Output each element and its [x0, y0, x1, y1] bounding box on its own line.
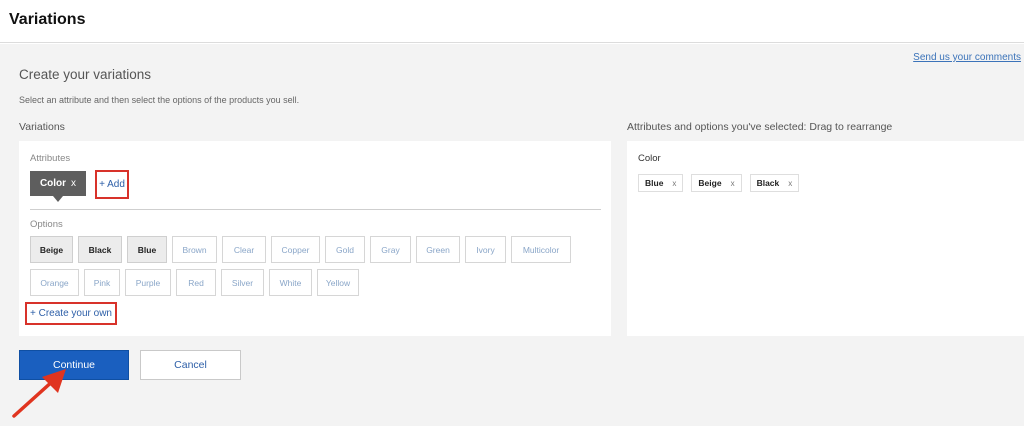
options-label: Options — [30, 219, 63, 230]
chevron-down-icon — [53, 196, 63, 202]
selected-chip-beige[interactable]: Beige x — [691, 174, 742, 192]
option-purple[interactable]: Purple — [125, 269, 171, 296]
option-silver[interactable]: Silver — [221, 269, 264, 296]
cancel-button[interactable]: Cancel — [140, 350, 241, 380]
option-pink[interactable]: Pink — [84, 269, 120, 296]
create-your-own-button[interactable]: + Create your own — [25, 302, 117, 325]
option-blue[interactable]: Blue — [127, 236, 167, 263]
option-copper[interactable]: Copper — [271, 236, 320, 263]
section-subheading: Select an attribute and then select the … — [19, 95, 300, 105]
remove-value-icon[interactable]: x — [672, 179, 676, 188]
option-gold[interactable]: Gold — [325, 236, 365, 263]
send-comments-link[interactable]: Send us your comments — [913, 52, 1021, 63]
top-bar: Variations — [0, 0, 1024, 43]
remove-value-icon[interactable]: x — [731, 179, 735, 188]
attributes-label: Attributes — [30, 153, 71, 164]
attribute-chip-label: Color — [39, 178, 67, 189]
attribute-chip-color[interactable]: Color x — [30, 171, 86, 202]
option-ivory[interactable]: Ivory — [465, 236, 506, 263]
selected-attribute-title: Color — [638, 153, 661, 164]
option-beige[interactable]: Beige — [30, 236, 73, 263]
option-clear[interactable]: Clear — [222, 236, 266, 263]
selected-values-list: Blue x Beige x Black x — [638, 174, 800, 192]
variations-label: Variations — [19, 121, 65, 133]
option-multicolor[interactable]: Multicolor — [511, 236, 571, 263]
option-brown[interactable]: Brown — [172, 236, 217, 263]
divider — [30, 209, 601, 210]
option-white[interactable]: White — [269, 269, 312, 296]
red-arrow-icon — [12, 369, 66, 418]
selected-options-panel: Color Blue x Beige x Black x — [627, 141, 1024, 336]
main-content: Send us your comments Create your variat… — [0, 44, 1024, 426]
selected-chip-label: Beige — [698, 178, 722, 188]
section-heading: Create your variations — [19, 67, 152, 82]
remove-attribute-icon[interactable]: x — [71, 178, 76, 189]
page-title: Variations — [9, 11, 86, 28]
selected-chip-black[interactable]: Black x — [749, 174, 800, 192]
option-orange[interactable]: Orange — [30, 269, 79, 296]
options-row-2: Orange Pink Purple Red Silver White Yellow — [30, 269, 359, 296]
option-red[interactable]: Red — [176, 269, 216, 296]
selected-attributes-label: Attributes and options you've selected: … — [627, 121, 893, 133]
remove-value-icon[interactable]: x — [788, 179, 792, 188]
selected-chip-label: Black — [756, 178, 780, 188]
selected-chip-label: Blue — [645, 178, 664, 188]
option-black[interactable]: Black — [78, 236, 122, 263]
variations-panel: Attributes Color x + Add Options Beige Bl… — [19, 141, 611, 336]
option-gray[interactable]: Gray — [370, 236, 411, 263]
option-yellow[interactable]: Yellow — [317, 269, 359, 296]
options-row-1: Beige Black Blue Brown Clear Copper Gold Gray Gr… — [30, 236, 571, 263]
arrow-shaft — [12, 378, 56, 418]
add-attribute-button[interactable]: + Add — [95, 170, 129, 199]
selected-chip-blue[interactable]: Blue x — [638, 174, 684, 192]
option-green[interactable]: Green — [416, 236, 460, 263]
